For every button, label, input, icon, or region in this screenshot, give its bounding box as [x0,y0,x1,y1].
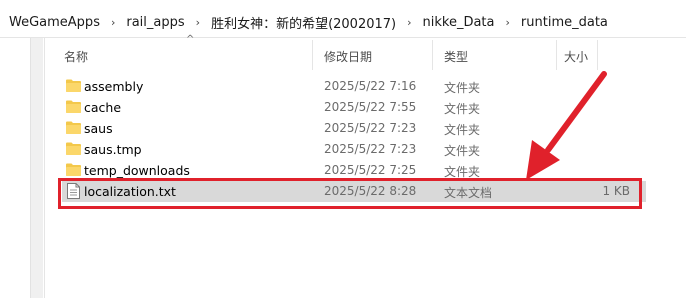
folder-icon [66,142,81,155]
file-type: 文件夹 [444,81,481,95]
file-row[interactable]: temp_downloads 2025/5/22 7:25 文件夹 [62,160,646,181]
file-date: 2025/5/22 7:23 [324,121,417,135]
column-divider[interactable] [312,40,313,70]
column-divider[interactable] [432,40,433,70]
text-file-icon [67,183,80,199]
file-name: assembly [84,79,144,94]
file-date: 2025/5/22 7:25 [324,163,417,177]
file-type: 文本文档 [444,186,493,200]
breadcrumb-game-folder[interactable]: 胜利女神：新的希望(2002017) [208,13,399,32]
file-type: 文件夹 [444,165,481,179]
column-header-date[interactable]: 修改日期 [324,48,372,65]
column-header-name[interactable]: 名称 [64,48,88,65]
file-date: 2025/5/22 8:28 [324,184,417,198]
file-size: 1 KB [602,184,630,198]
file-row[interactable]: saus.tmp 2025/5/22 7:23 文件夹 [62,139,646,160]
file-type: 文件夹 [444,102,481,116]
column-divider[interactable] [597,40,598,70]
pane-divider[interactable] [44,38,45,298]
file-name: temp_downloads [84,163,190,178]
file-row[interactable]: saus 2025/5/22 7:23 文件夹 [62,118,646,139]
folder-icon [66,79,81,92]
breadcrumb-rail-apps[interactable]: rail_apps [123,15,187,30]
chevron-right-icon: › [195,16,201,29]
breadcrumb-runtime-data[interactable]: runtime_data [518,15,611,30]
file-name: cache [84,100,122,115]
breadcrumb-nikke-data[interactable]: nikke_Data [420,15,498,30]
file-name: localization.txt [84,184,176,199]
file-row[interactable]: assembly 2025/5/22 7:16 文件夹 [62,76,646,97]
breadcrumb-wegameapps[interactable]: WeGameApps [6,15,103,30]
file-name: saus.tmp [84,142,142,157]
address-bar[interactable]: WeGameApps › rail_apps › 胜利女神：新的希望(20020… [0,8,686,38]
file-date: 2025/5/22 7:23 [324,142,417,156]
file-row[interactable]: cache 2025/5/22 7:55 文件夹 [62,97,646,118]
folder-icon [66,100,81,113]
navigation-scrollbar[interactable] [30,38,43,298]
file-name: saus [84,121,113,136]
folder-icon [66,163,81,176]
column-header-size[interactable]: 大小 [564,48,588,65]
chevron-right-icon: › [110,16,116,29]
file-type: 文件夹 [444,123,481,137]
column-divider[interactable] [556,40,557,70]
file-row-selected[interactable]: localization.txt 2025/5/22 8:28 文本文档 1 K… [62,181,646,202]
chevron-right-icon: › [407,16,412,29]
column-header-type[interactable]: 类型 [444,48,468,65]
column-header: ^ 名称 修改日期 类型 大小 [46,34,686,78]
chevron-right-icon: › [505,16,510,29]
file-type: 文件夹 [444,144,481,158]
file-date: 2025/5/22 7:55 [324,100,417,114]
folder-icon [66,121,81,134]
file-date: 2025/5/22 7:16 [324,79,417,93]
sort-ascending-icon[interactable]: ^ [186,34,194,45]
